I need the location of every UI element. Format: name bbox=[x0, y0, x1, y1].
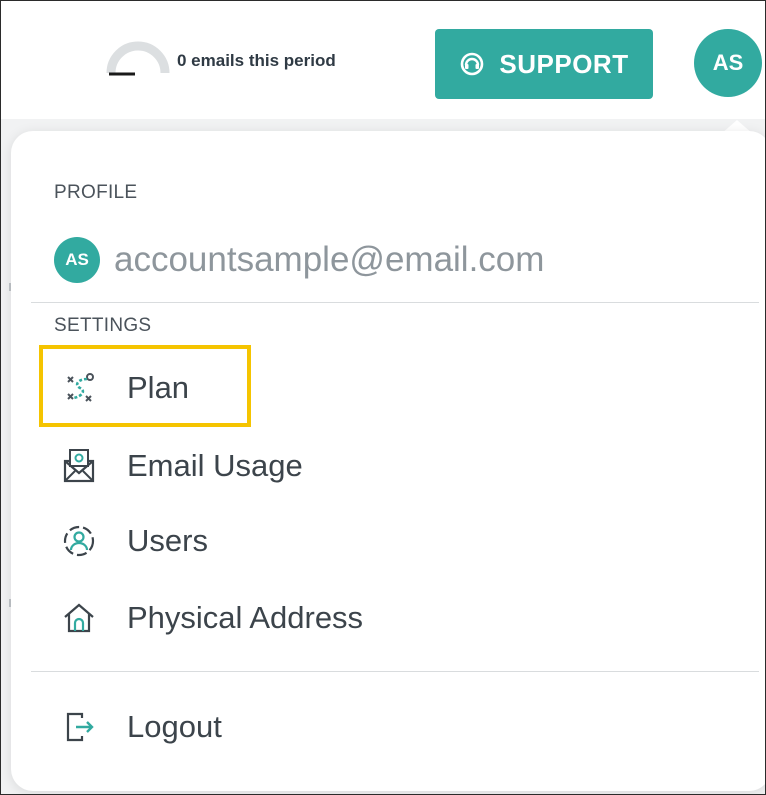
app-frame: 0 emails this period SUPPORT AS PROFILE … bbox=[0, 0, 766, 795]
email-usage-icon bbox=[57, 446, 101, 486]
profile-avatar: AS bbox=[54, 237, 100, 283]
profile-email: accountsample@email.com bbox=[114, 240, 545, 279]
menu-item-logout[interactable]: Logout bbox=[57, 702, 222, 752]
settings-section-label: SETTINGS bbox=[54, 315, 152, 336]
menu-item-logout-label: Logout bbox=[127, 709, 222, 744]
email-count-text: 0 emails this period bbox=[177, 51, 336, 70]
plan-icon bbox=[57, 368, 101, 408]
home-icon bbox=[57, 598, 101, 638]
email-usage-gauge-icon bbox=[106, 41, 170, 76]
menu-item-plan-label: Plan bbox=[127, 370, 190, 405]
logout-icon bbox=[57, 707, 101, 747]
logout-divider bbox=[31, 671, 759, 672]
menu-item-users[interactable]: Users bbox=[57, 516, 208, 566]
menu-item-physical-address-label: Physical Address bbox=[127, 600, 364, 635]
support-button[interactable]: SUPPORT bbox=[435, 29, 653, 99]
profile-section-label: PROFILE bbox=[54, 182, 138, 203]
headset-icon bbox=[461, 52, 484, 76]
profile-row: AS accountsample@email.com bbox=[54, 235, 544, 285]
menu-item-physical-address[interactable]: Physical Address bbox=[57, 593, 363, 643]
user-avatar-button[interactable]: AS bbox=[694, 29, 762, 97]
menu-item-email-usage[interactable]: Email Usage bbox=[57, 441, 303, 491]
top-bar: 0 emails this period SUPPORT AS bbox=[1, 1, 765, 119]
support-button-label: SUPPORT bbox=[499, 48, 629, 79]
menu-item-email-usage-label: Email Usage bbox=[127, 448, 303, 483]
menu-item-users-label: Users bbox=[127, 523, 208, 558]
menu-item-plan[interactable]: Plan bbox=[57, 363, 189, 413]
profile-divider bbox=[31, 302, 759, 303]
users-icon bbox=[57, 521, 101, 561]
